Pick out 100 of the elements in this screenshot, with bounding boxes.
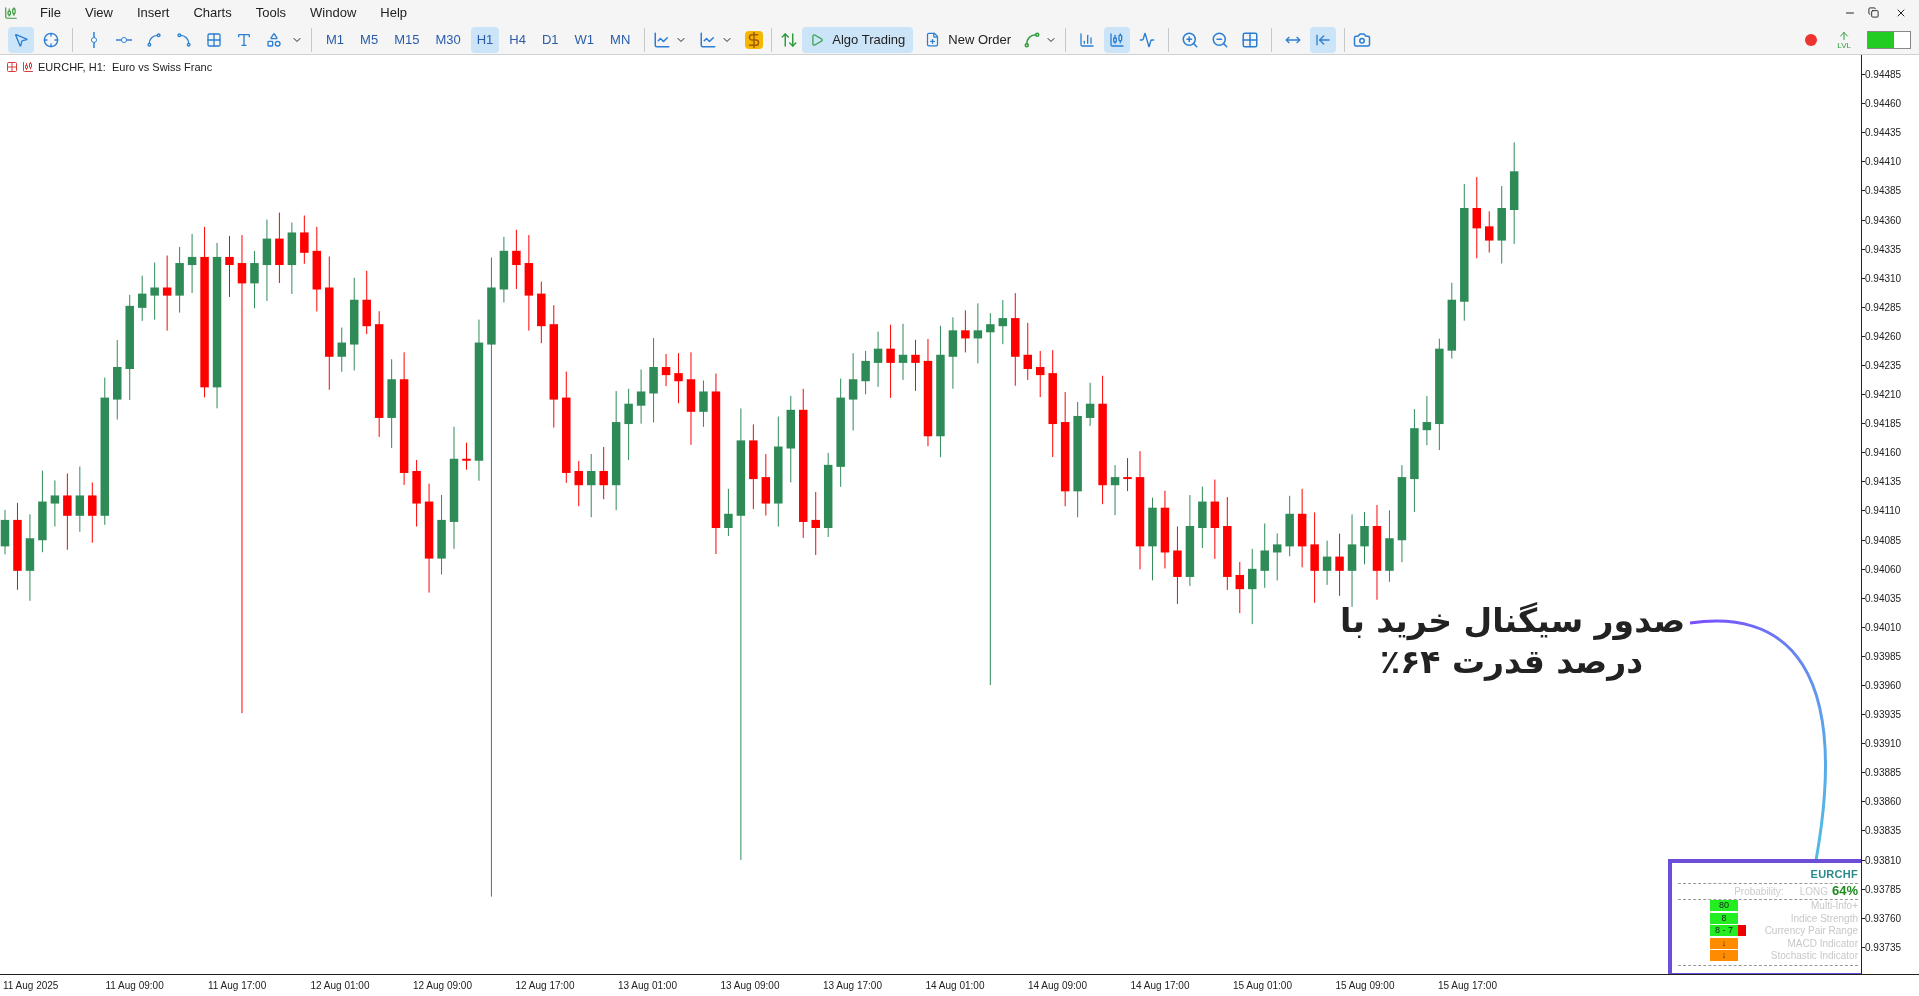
price-label: 0.94185 — [1865, 417, 1902, 432]
annotation-text: درصد قدرت ۶۴٪ — [1380, 641, 1644, 683]
zoom-in-icon[interactable] — [1181, 30, 1200, 49]
time-label: 15 Aug 01:00 — [1233, 979, 1293, 993]
panel-symbol: EURCHF — [1810, 867, 1858, 882]
signal-icon[interactable] — [1023, 30, 1042, 49]
bearish-candle — [661, 353, 671, 387]
bullish-candle — [724, 488, 733, 537]
menu-item[interactable]: File — [30, 2, 71, 23]
trend-line-icon — [146, 31, 162, 48]
shapes-icon — [266, 31, 282, 48]
time-label: 11 Aug 17:00 — [208, 979, 268, 993]
dollar-icon[interactable] — [745, 30, 764, 49]
time-label: 15 Aug 17:00 — [1438, 979, 1498, 993]
crosshair-icon — [43, 31, 59, 48]
time-label: 14 Aug 09:00 — [1028, 979, 1088, 993]
time-label: 14 Aug 01:00 — [925, 979, 986, 993]
timeframe-button[interactable]: MN — [604, 26, 637, 53]
price-label: 0.93760 — [1865, 911, 1902, 926]
channel-icon — [176, 31, 192, 48]
new-order-button[interactable]: New Order — [917, 26, 1020, 53]
screenshot-icon[interactable] — [1353, 30, 1372, 49]
grid-icon[interactable] — [1241, 30, 1260, 49]
price-label: 0.94410 — [1865, 155, 1902, 170]
price-label: 0.94135 — [1865, 475, 1902, 490]
bullish-candle — [175, 246, 184, 314]
price-label: 0.93860 — [1865, 795, 1902, 810]
cursor-button[interactable] — [8, 26, 34, 53]
bearish-candle — [961, 309, 970, 353]
indicators-icon[interactable] — [653, 30, 672, 49]
price-label: 0.94085 — [1865, 533, 1902, 548]
time-label: 11 Aug 2025 — [3, 979, 60, 993]
price-label: 0.94435 — [1865, 126, 1902, 141]
price-label: 0.94160 — [1865, 446, 1902, 461]
level-label: LVL — [1837, 41, 1851, 50]
menu-item[interactable]: Insert — [126, 2, 180, 23]
bullish-candle — [699, 380, 708, 428]
bearish-candle — [88, 481, 97, 544]
timeframe-button[interactable]: H4 — [503, 26, 532, 53]
bullish-candle — [250, 250, 259, 309]
line-chart-icon — [1139, 31, 1156, 48]
bullish-candle — [0, 509, 10, 555]
time-label: 15 Aug 09:00 — [1335, 979, 1396, 993]
menu-item[interactable]: Help — [370, 2, 418, 23]
price-label: 0.94335 — [1865, 242, 1902, 257]
indicator-block: 8 - 7 — [1710, 925, 1738, 937]
indicator-block: ↓ — [1710, 950, 1738, 962]
price-label: 0.94010 — [1865, 620, 1902, 635]
bullish-candle — [586, 453, 596, 518]
menu-item[interactable]: Window — [300, 2, 367, 23]
bearish-candle — [225, 235, 234, 298]
bullish-candle — [137, 275, 147, 322]
bearish-candle — [1123, 457, 1132, 492]
bearish-candle — [1335, 533, 1344, 597]
bearish-candle — [275, 212, 284, 284]
timeframe-button[interactable]: D1 — [535, 26, 565, 53]
menu-item[interactable]: Charts — [183, 2, 242, 23]
timeframe-button[interactable]: W1 — [568, 26, 601, 53]
timeframe-button[interactable]: M1 — [320, 26, 351, 53]
timeframe-button[interactable]: H1 — [470, 26, 500, 53]
price-label: 0.93935 — [1865, 708, 1902, 723]
bearish-candle — [462, 442, 471, 471]
horizontal-line-icon — [116, 36, 132, 43]
zoom-out-icon[interactable] — [1211, 30, 1230, 49]
bullish-candle — [1285, 495, 1294, 557]
record-icon[interactable] — [1805, 33, 1818, 46]
menu-item[interactable]: Tools — [245, 2, 297, 23]
indicator-block: ↓ — [1710, 937, 1738, 949]
bullish-candle — [973, 302, 983, 364]
candlestick-icon — [1109, 31, 1126, 48]
timeframe-button[interactable]: M5 — [354, 26, 385, 53]
bearish-candle — [412, 459, 421, 528]
algo-trading-button[interactable]: Algo Trading — [802, 26, 914, 53]
time-label: 13 Aug 09:00 — [720, 979, 781, 993]
chart-window-icon — [6, 61, 18, 74]
timeframe-button[interactable]: M30 — [429, 26, 467, 53]
bearish-candle — [300, 215, 309, 265]
bearish-candle — [911, 339, 920, 392]
chart-title: EURCHF, H1: Euro vs Swiss Franc — [38, 60, 213, 75]
bearish-candle — [674, 352, 683, 404]
bullish-candle — [1198, 486, 1207, 549]
bullish-candle — [898, 323, 908, 381]
time-label: 14 Aug 17:00 — [1130, 979, 1191, 993]
chart-type-icon — [22, 61, 34, 74]
bullish-candle — [1360, 511, 1369, 565]
indicator-block: 80 — [1710, 900, 1738, 912]
price-label: 0.93835 — [1865, 824, 1902, 839]
candlestick-button[interactable] — [1104, 26, 1131, 53]
time-label: 12 Aug 01:00 — [310, 979, 371, 993]
time-label: 12 Aug 17:00 — [515, 979, 576, 993]
bearish-candle — [362, 270, 371, 335]
restore-icon[interactable] — [1868, 7, 1879, 18]
timeframe-button[interactable]: M15 — [388, 26, 426, 53]
autoscroll-button[interactable] — [1310, 26, 1337, 53]
bullish-candle — [75, 465, 85, 533]
vertical-line-icon — [91, 31, 97, 48]
level-arrow-icon — [1838, 29, 1851, 42]
buy-sell-arrows-icon[interactable] — [780, 30, 799, 49]
chart-template-icon[interactable] — [699, 30, 718, 49]
menu-item[interactable]: View — [74, 2, 123, 23]
